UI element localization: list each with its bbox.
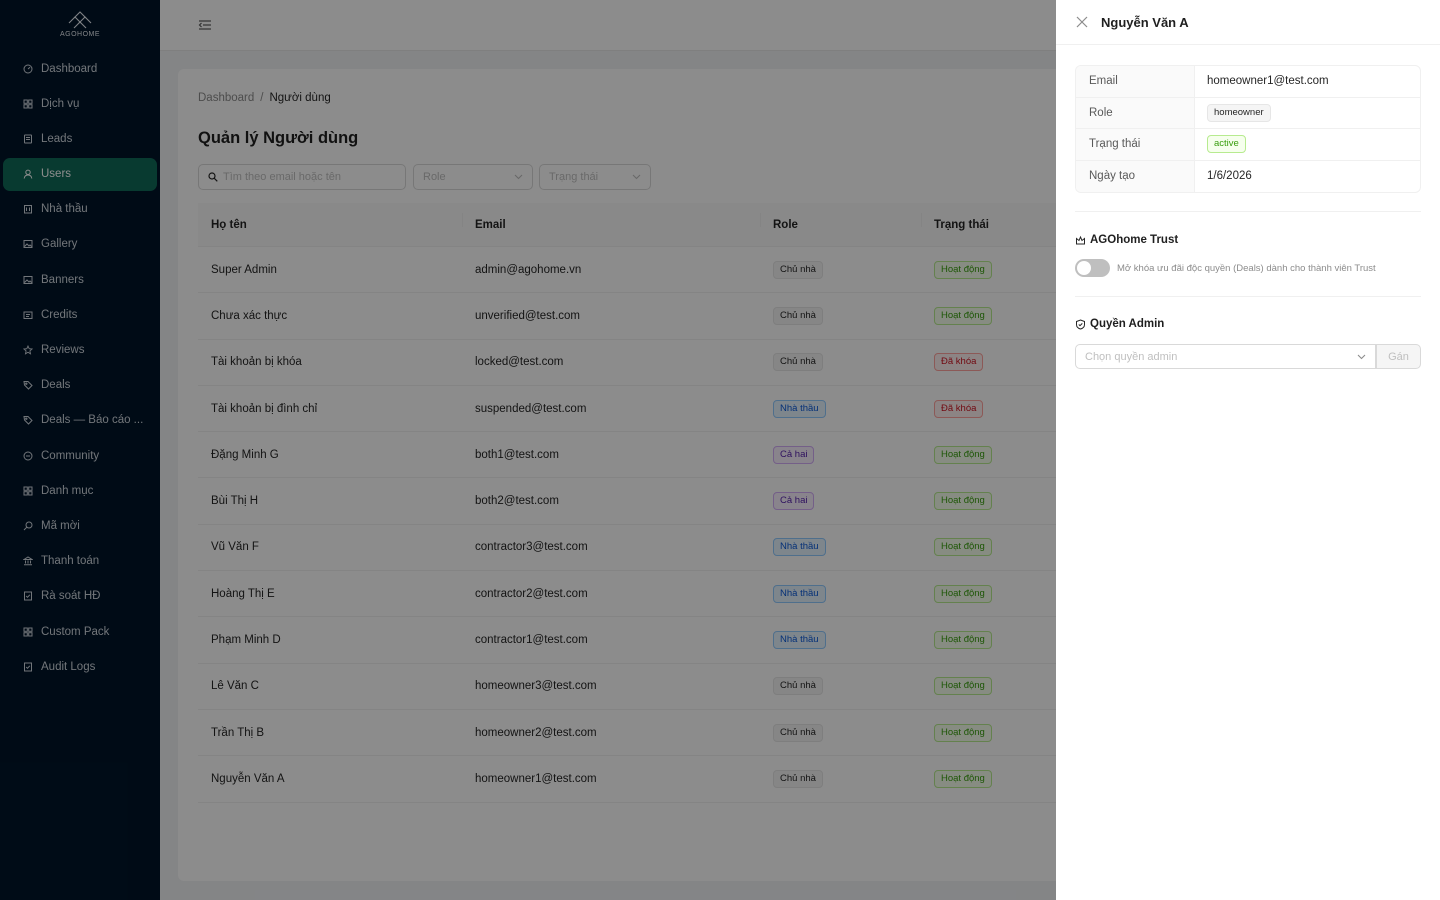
detail-value: active bbox=[1195, 129, 1420, 160]
divider bbox=[1075, 211, 1421, 212]
admin-section-title: Quyền Admin bbox=[1075, 318, 1164, 330]
admin-title-text: Quyền Admin bbox=[1090, 318, 1165, 330]
detail-row: Email homeowner1@test.com bbox=[1076, 66, 1420, 98]
detail-tag: active bbox=[1207, 135, 1246, 154]
trust-section-title: AGOhome Trust bbox=[1075, 234, 1178, 246]
trust-description: Mở khóa ưu đãi độc quyền (Deals) dành ch… bbox=[1117, 263, 1376, 274]
close-icon[interactable] bbox=[1076, 16, 1088, 28]
detail-label: Role bbox=[1076, 97, 1195, 128]
trust-title-text: AGOhome Trust bbox=[1090, 234, 1179, 246]
detail-row: Ngày tạo 1/6/2026 bbox=[1076, 160, 1420, 193]
detail-tag: homeowner bbox=[1207, 103, 1271, 122]
detail-label: Trạng thái bbox=[1076, 129, 1195, 160]
user-detail-drawer: Nguyễn Văn A Email homeowner1@test.com Rol… bbox=[1056, 0, 1440, 900]
detail-value: 1/6/2026 bbox=[1195, 161, 1420, 193]
detail-row: Role homeowner bbox=[1076, 97, 1420, 129]
user-details: Email homeowner1@test.com Role homeowner Trạ… bbox=[1075, 65, 1421, 193]
divider bbox=[1075, 296, 1421, 297]
drawer-title: Nguyễn Văn A bbox=[1101, 15, 1189, 30]
trust-toggle[interactable] bbox=[1075, 259, 1110, 277]
drawer-header: Nguyễn Văn A bbox=[1056, 0, 1440, 45]
detail-label: Email bbox=[1076, 66, 1195, 97]
detail-value-text: 1/6/2026 bbox=[1207, 170, 1252, 183]
admin-permission-select[interactable]: Chọn quyền admin bbox=[1075, 344, 1376, 369]
assign-button[interactable]: Gán bbox=[1376, 344, 1421, 369]
admin-permission-placeholder: Chọn quyền admin bbox=[1085, 350, 1178, 363]
chevron-down-icon bbox=[1357, 354, 1366, 359]
detail-value: homeowner bbox=[1195, 98, 1420, 129]
detail-row: Trạng thái active bbox=[1076, 129, 1420, 161]
shield-check-icon bbox=[1076, 318, 1085, 330]
detail-value: homeowner1@test.com bbox=[1195, 66, 1420, 97]
detail-label: Ngày tạo bbox=[1076, 160, 1195, 192]
detail-value-text: homeowner1@test.com bbox=[1207, 75, 1329, 88]
toggle-knob bbox=[1077, 261, 1091, 275]
crown-icon bbox=[1076, 235, 1085, 244]
